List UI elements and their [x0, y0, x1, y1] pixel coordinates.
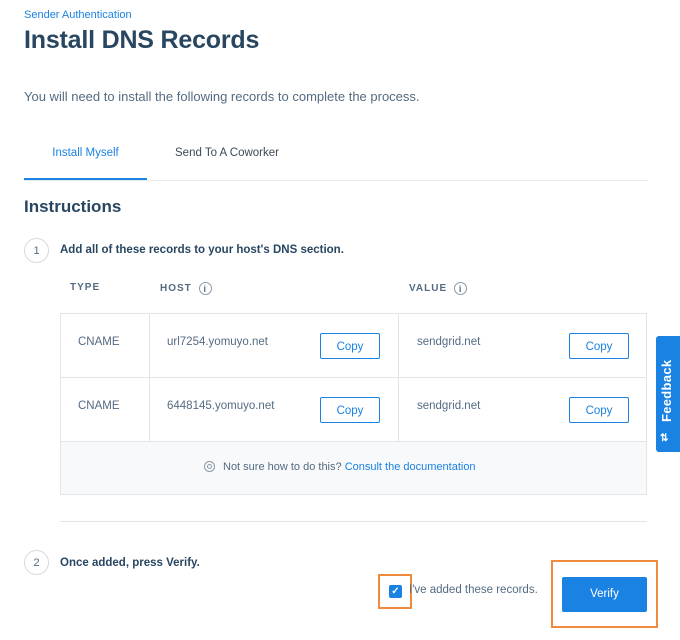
- step-1-text: Add all of these records to your host's …: [60, 244, 344, 256]
- divider: [60, 521, 647, 522]
- lifebuoy-icon: [204, 461, 215, 472]
- record-value: sendgrid.net: [417, 336, 481, 348]
- copy-host-button[interactable]: Copy: [320, 397, 380, 423]
- tab-send-to-coworker[interactable]: Send To A Coworker: [162, 130, 292, 178]
- table-row: CNAME url7254.yomuyo.net Copy sendgrid.n…: [61, 314, 646, 378]
- column-header-host-label: HOST: [160, 283, 192, 295]
- record-type: CNAME: [78, 336, 120, 348]
- value-cell: sendgrid.net Copy: [399, 378, 646, 441]
- step-2-text: Once added, press Verify.: [60, 557, 200, 569]
- page-subtitle: You will need to install the following r…: [24, 89, 420, 104]
- tab-bar: Install Myself Send To A Coworker: [24, 130, 648, 181]
- host-cell: url7254.yomuyo.net Copy: [149, 314, 399, 377]
- copy-host-button[interactable]: Copy: [320, 333, 380, 359]
- record-host: 6448145.yomuyo.net: [167, 400, 275, 412]
- feedback-tab[interactable]: Feedback ⇅: [656, 336, 680, 452]
- record-host: url7254.yomuyo.net: [167, 336, 269, 348]
- table-row: CNAME 6448145.yomuyo.net Copy sendgrid.n…: [61, 378, 646, 442]
- type-cell: CNAME: [61, 314, 150, 377]
- type-cell: CNAME: [61, 378, 150, 441]
- breadcrumb[interactable]: Sender Authentication: [24, 9, 132, 21]
- record-type: CNAME: [78, 400, 120, 412]
- sort-arrows-icon: ⇅: [660, 433, 668, 444]
- verify-button[interactable]: Verify: [562, 577, 647, 612]
- copy-value-button[interactable]: Copy: [569, 333, 629, 359]
- step-2-number: 2: [24, 550, 49, 575]
- dns-records-table: CNAME url7254.yomuyo.net Copy sendgrid.n…: [60, 313, 647, 495]
- info-icon[interactable]: i: [454, 282, 468, 295]
- column-header-type: TYPE: [70, 282, 100, 293]
- page-title: Install DNS Records: [24, 26, 260, 54]
- records-added-checkbox[interactable]: ✓: [389, 585, 402, 598]
- copy-value-button[interactable]: Copy: [569, 397, 629, 423]
- column-header-host: HOST i: [160, 282, 212, 295]
- help-text: Not sure how to do this?: [223, 461, 342, 473]
- table-help-footer: Not sure how to do this? Consult the doc…: [61, 442, 646, 494]
- host-cell: 6448145.yomuyo.net Copy: [149, 378, 399, 441]
- feedback-label: Feedback: [659, 359, 674, 422]
- record-value: sendgrid.net: [417, 400, 481, 412]
- info-icon[interactable]: i: [198, 282, 212, 295]
- step-1-number: 1: [24, 238, 49, 263]
- value-cell: sendgrid.net Copy: [399, 314, 646, 377]
- instructions-heading: Instructions: [24, 197, 122, 216]
- column-header-type-label: TYPE: [70, 282, 101, 293]
- records-added-label[interactable]: I've added these records.: [409, 584, 538, 596]
- tab-install-myself[interactable]: Install Myself: [24, 130, 147, 180]
- column-header-value: VALUE i: [409, 282, 468, 295]
- column-header-value-label: VALUE: [409, 283, 448, 295]
- documentation-link[interactable]: Consult the documentation: [345, 461, 476, 473]
- help-line: Not sure how to do this? Consult the doc…: [204, 461, 476, 473]
